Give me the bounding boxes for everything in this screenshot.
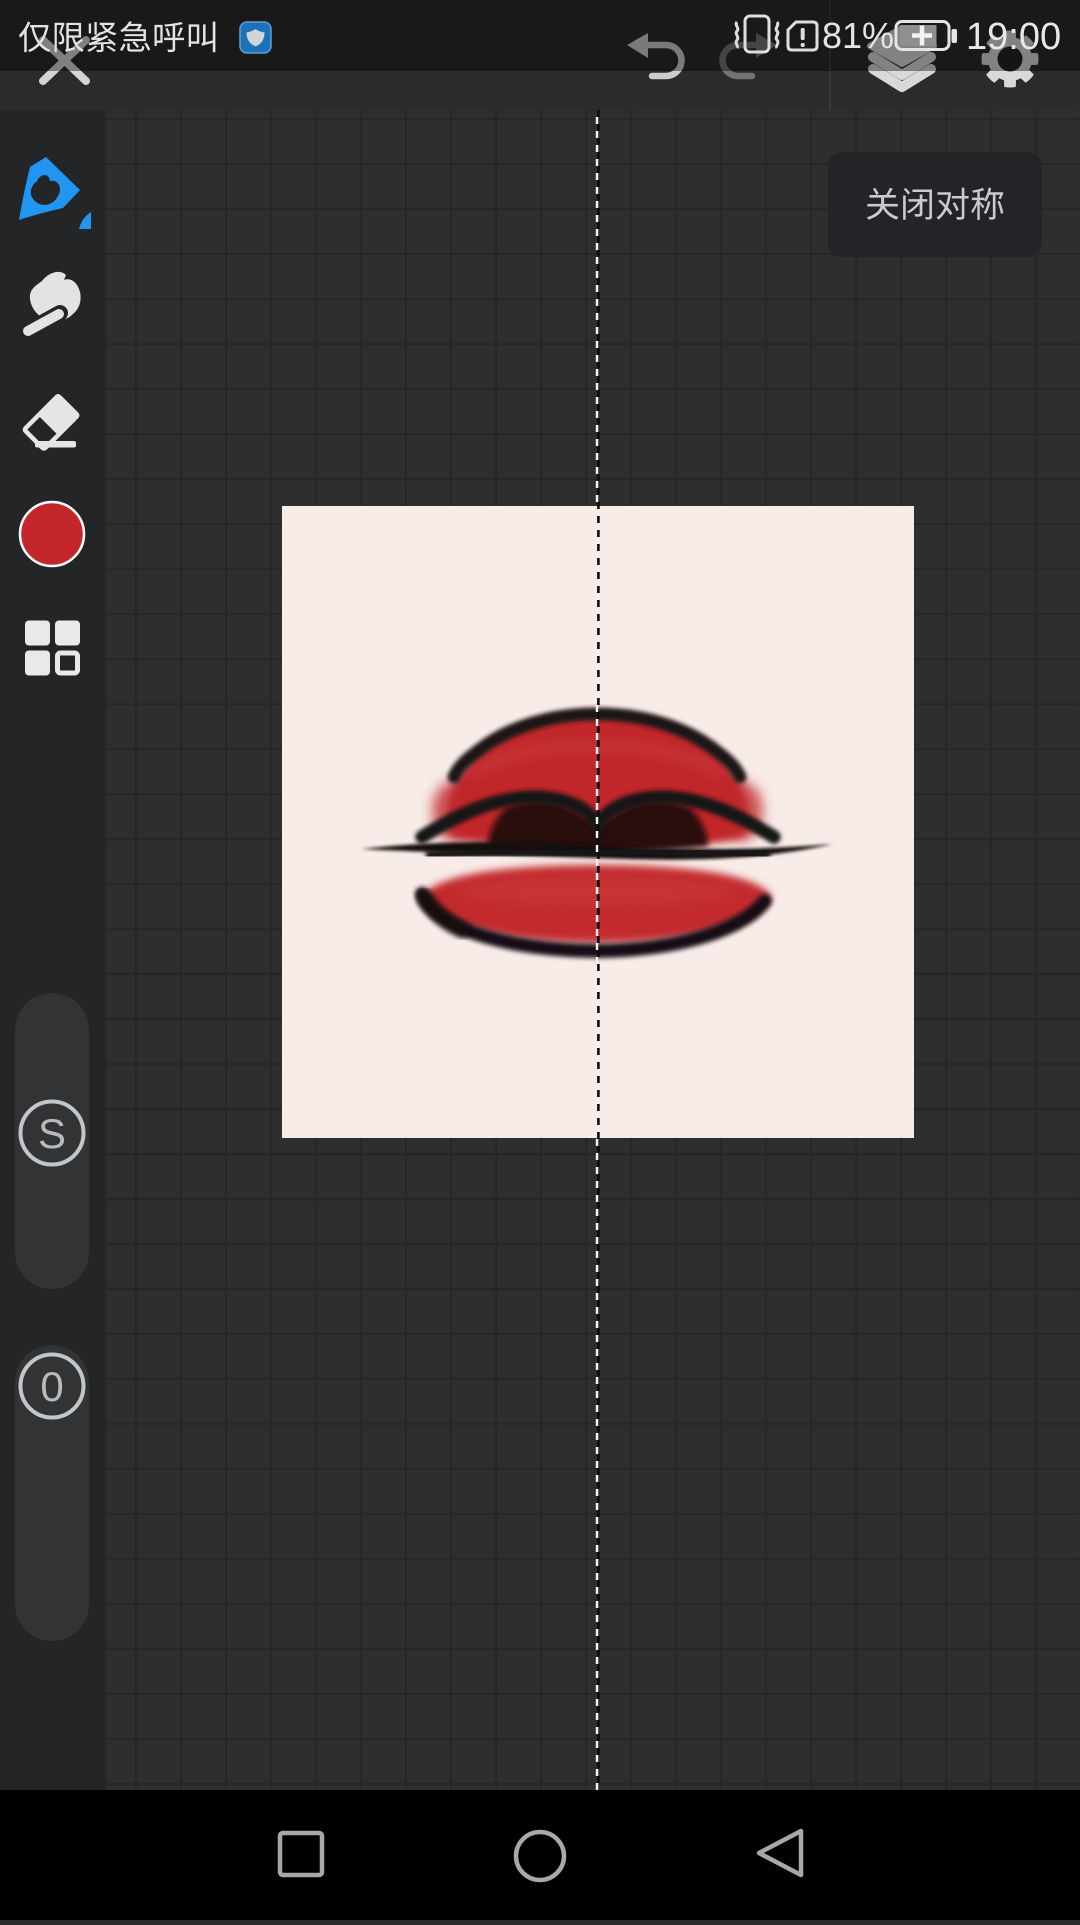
svg-text:19:00: 19:00 — [966, 16, 1061, 58]
svg-text:S: S — [38, 1110, 66, 1157]
svg-text:0: 0 — [40, 1363, 63, 1410]
svg-text:81%: 81% — [822, 15, 894, 56]
